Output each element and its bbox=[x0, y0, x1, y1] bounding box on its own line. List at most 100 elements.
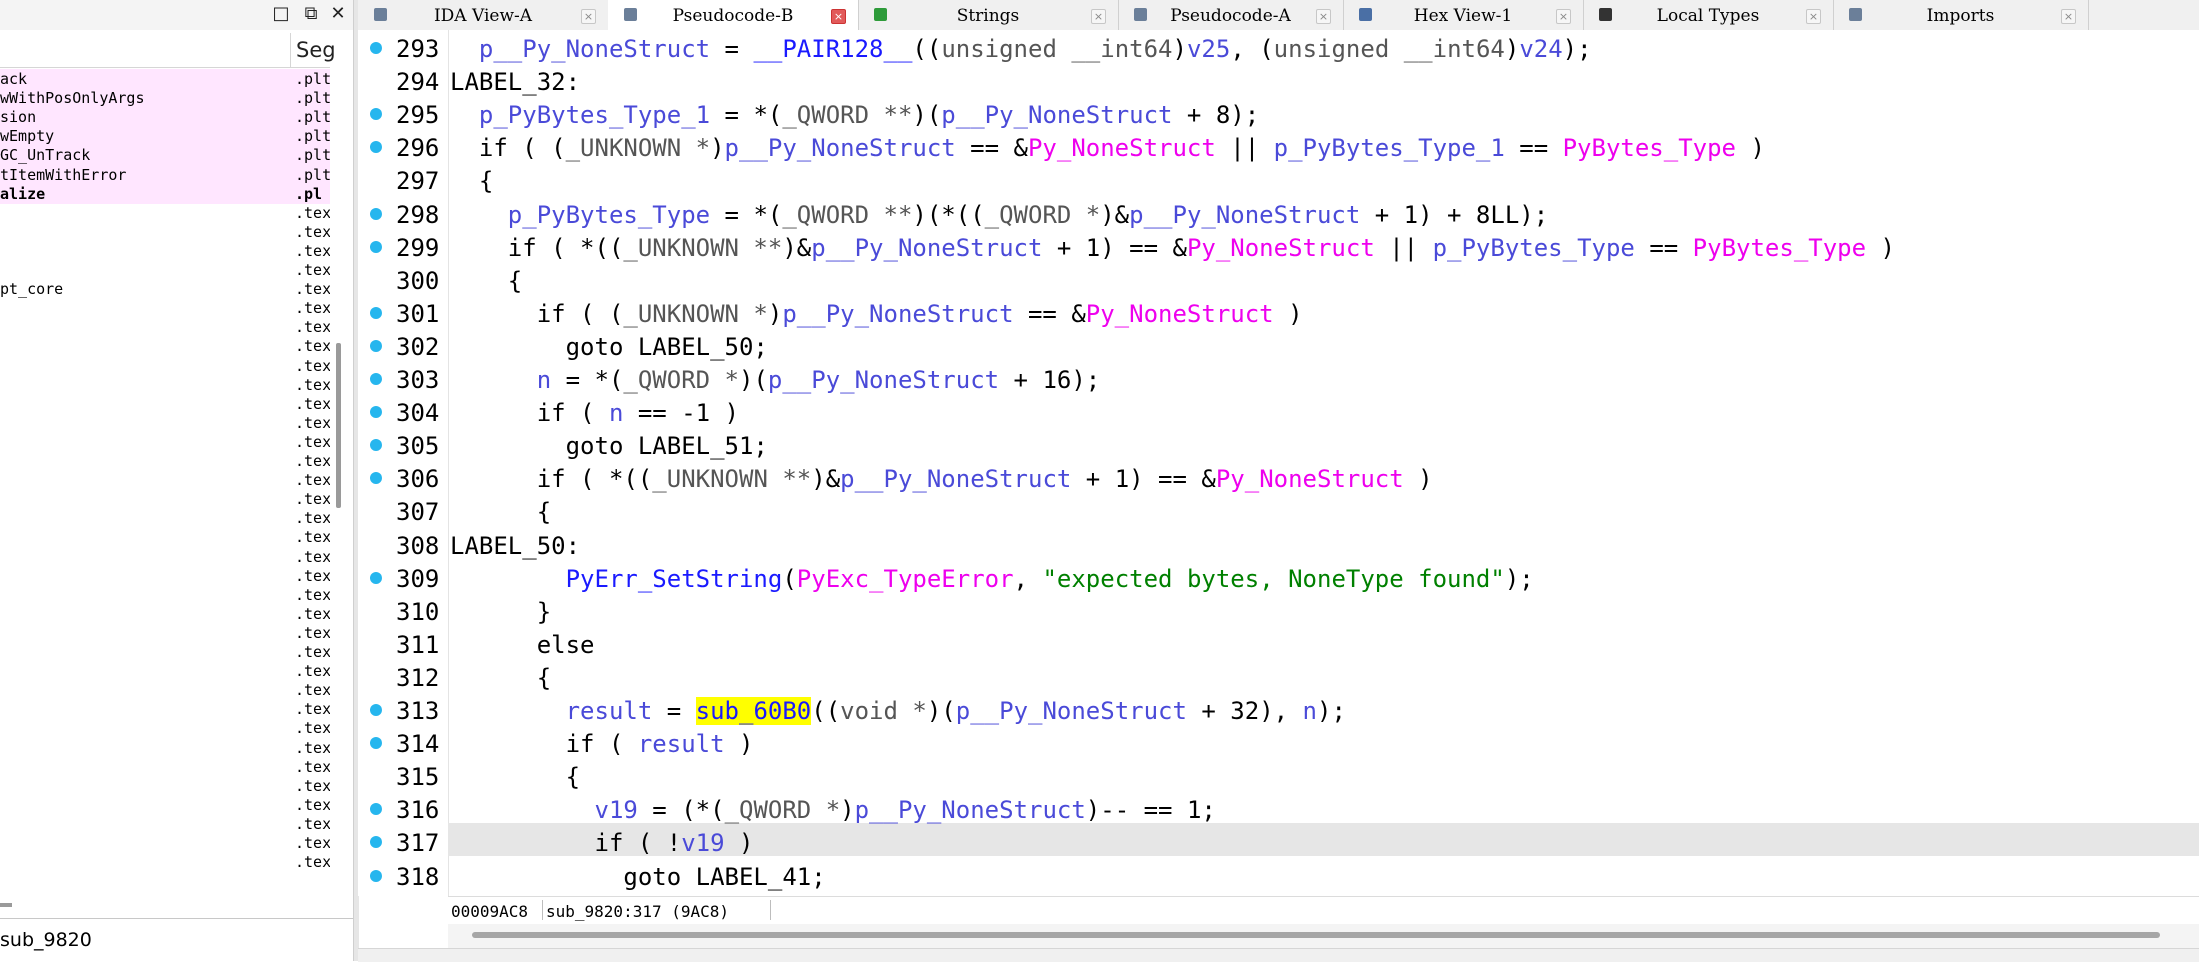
function-row[interactable]: .tex bbox=[0, 738, 330, 758]
code-line[interactable]: 315 { bbox=[358, 760, 2199, 793]
functions-vertical-scrollbar[interactable] bbox=[336, 343, 341, 508]
code-line[interactable]: 313 result = sub_60B0((void *)(p__Py_Non… bbox=[358, 694, 2199, 727]
breakpoint-dot-icon[interactable] bbox=[370, 406, 382, 419]
tab-close-icon[interactable]: × bbox=[1316, 9, 1331, 24]
function-row[interactable]: GC_UnTrack .plt bbox=[0, 145, 330, 166]
tab-strings[interactable]: Strings × bbox=[858, 0, 1119, 30]
function-row[interactable]: .tex bbox=[0, 623, 330, 643]
code-line[interactable]: 305 goto LABEL_51; bbox=[358, 429, 2199, 462]
code-token[interactable]: p__Py_NoneStruct bbox=[855, 796, 1086, 824]
code-token[interactable]: p_PyBytes_Type_1 bbox=[1274, 134, 1505, 162]
code-line[interactable]: 316 v19 = (*(_QWORD *)p__Py_NoneStruct)-… bbox=[358, 793, 2199, 826]
code-token[interactable]: v25 bbox=[1187, 35, 1230, 63]
code-token[interactable]: v24 bbox=[1519, 35, 1562, 63]
function-row[interactable]: .tex bbox=[0, 547, 330, 567]
breakpoint-dot-icon[interactable] bbox=[370, 306, 382, 319]
code-token[interactable]: p__Py_NoneStruct bbox=[768, 366, 999, 394]
breakpoint-dot-icon[interactable] bbox=[370, 869, 382, 882]
code-token[interactable]: p__Py_NoneStruct bbox=[840, 465, 1071, 493]
function-row[interactable]: .tex bbox=[0, 260, 330, 280]
breakpoint-dot-icon[interactable] bbox=[370, 42, 382, 54]
function-row[interactable]: .tex bbox=[0, 470, 330, 490]
code-line[interactable]: 293 p__Py_NoneStruct = __PAIR128__((unsi… bbox=[358, 32, 2199, 65]
code-line[interactable]: 297 { bbox=[358, 164, 2199, 197]
code-token[interactable]: n bbox=[609, 399, 623, 427]
tab-close-icon[interactable]: × bbox=[1091, 9, 1106, 24]
function-row[interactable]: .tex bbox=[0, 356, 330, 376]
code-token[interactable]: p__Py_NoneStruct bbox=[811, 234, 1042, 262]
breakpoint-dot-icon[interactable] bbox=[370, 439, 382, 452]
code-line[interactable]: 295 p_PyBytes_Type_1 = *(_QWORD **)(p__P… bbox=[358, 98, 2199, 131]
code-token[interactable]: PyExc_TypeError bbox=[797, 565, 1014, 593]
function-row[interactable]: .tex bbox=[0, 317, 330, 337]
code-line[interactable]: 307 { bbox=[358, 495, 2199, 528]
function-row[interactable]: .tex bbox=[0, 852, 330, 872]
scrollbar-thumb[interactable] bbox=[472, 932, 2160, 938]
code-token[interactable]: p__Py_NoneStruct bbox=[956, 697, 1187, 725]
tab-close-icon[interactable]: × bbox=[1806, 9, 1821, 24]
code-line[interactable]: 298 p_PyBytes_Type = *(_QWORD **)(*((_QW… bbox=[358, 198, 2199, 231]
code-token[interactable]: v19 bbox=[595, 796, 638, 824]
function-row[interactable]: .tex bbox=[0, 413, 330, 433]
function-row[interactable]: ack .plt bbox=[0, 69, 330, 89]
function-row[interactable]: .tex bbox=[0, 375, 330, 395]
function-row[interactable]: .tex bbox=[0, 508, 330, 528]
function-row[interactable]: tItemWithError .plt bbox=[0, 164, 330, 185]
code-line[interactable]: 317 if ( !v19 ) bbox=[358, 826, 2199, 859]
code-token[interactable]: __PAIR128__ bbox=[753, 35, 912, 63]
tab-close-icon[interactable]: × bbox=[831, 9, 846, 24]
code-token[interactable]: p_PyBytes_Type bbox=[508, 201, 710, 229]
tab-close-icon[interactable]: × bbox=[2061, 9, 2076, 24]
function-row[interactable]: sion .plt bbox=[0, 107, 330, 128]
tab-close-icon[interactable]: × bbox=[581, 9, 596, 24]
code-line[interactable]: 301 if ( (_UNKNOWN *)p__Py_NoneStruct ==… bbox=[358, 297, 2199, 330]
code-token[interactable]: n bbox=[1303, 697, 1317, 725]
code-token[interactable]: n bbox=[537, 366, 551, 394]
code-token[interactable]: p__Py_NoneStruct bbox=[1129, 201, 1360, 229]
code-token[interactable]: Py_NoneStruct bbox=[1216, 465, 1404, 493]
code-token[interactable]: "expected bytes, NoneType found" bbox=[1042, 565, 1504, 593]
breakpoint-dot-icon[interactable] bbox=[370, 704, 382, 716]
breakpoint-dot-icon[interactable] bbox=[370, 472, 382, 485]
code-line[interactable]: 303 n = *(_QWORD *)(p__Py_NoneStruct + 1… bbox=[358, 363, 2199, 396]
function-row[interactable]: .tex bbox=[0, 642, 330, 662]
code-line[interactable]: 302 goto LABEL_50; bbox=[358, 330, 2199, 363]
function-row[interactable]: .tex bbox=[0, 604, 330, 624]
function-row[interactable]: .tex bbox=[0, 718, 330, 738]
close-icon[interactable]: ✕ bbox=[327, 2, 349, 26]
highlighted-token[interactable]: sub_60B0 bbox=[695, 697, 812, 725]
function-row[interactable]: wWithPosOnlyArgs .plt bbox=[0, 88, 330, 109]
column-divider[interactable] bbox=[290, 33, 291, 67]
function-row[interactable]: .tex bbox=[0, 699, 330, 719]
breakpoint-dot-icon[interactable] bbox=[370, 339, 382, 352]
code-token[interactable]: p_PyBytes_Type_1 bbox=[479, 101, 710, 129]
function-row[interactable]: .tex bbox=[0, 757, 330, 777]
code-token[interactable]: result bbox=[638, 730, 725, 758]
breakpoint-dot-icon[interactable] bbox=[370, 803, 382, 816]
code-line[interactable]: 296 if ( (_UNKNOWN *)p__Py_NoneStruct ==… bbox=[358, 131, 2199, 164]
function-row[interactable]: .tex bbox=[0, 814, 330, 834]
tab-local-types[interactable]: Local Types × bbox=[1583, 0, 1834, 30]
function-row[interactable]: .tex bbox=[0, 585, 330, 605]
breakpoint-dot-icon[interactable] bbox=[370, 571, 382, 584]
code-line[interactable]: 314 if ( result ) bbox=[358, 727, 2199, 760]
function-row[interactable]: .tex bbox=[0, 336, 330, 356]
float-window-icon[interactable]: ⧉ bbox=[300, 2, 322, 26]
breakpoint-dot-icon[interactable] bbox=[370, 141, 382, 154]
breakpoint-dot-icon[interactable] bbox=[370, 836, 382, 849]
tab-pseudocode-b[interactable]: Pseudocode-B × bbox=[608, 0, 859, 31]
function-row[interactable]: .tex bbox=[0, 795, 330, 815]
code-token[interactable]: Py_NoneStruct bbox=[1086, 300, 1274, 328]
code-token[interactable]: p__Py_NoneStruct bbox=[479, 35, 710, 63]
code-token[interactable]: Py_NoneStruct bbox=[1028, 134, 1216, 162]
breakpoint-dot-icon[interactable] bbox=[370, 737, 382, 750]
code-token[interactable]: PyBytes_Type bbox=[1563, 134, 1736, 162]
tab-ida-view-a[interactable]: IDA View-A × bbox=[358, 0, 609, 30]
code-token[interactable]: PyErr_SetString bbox=[566, 565, 783, 593]
functions-horizontal-scrollbar[interactable] bbox=[0, 903, 12, 907]
function-row[interactable]: .tex bbox=[0, 680, 330, 700]
function-row[interactable]: .tex bbox=[0, 203, 330, 223]
code-line[interactable]: 304 if ( n == -1 ) bbox=[358, 396, 2199, 429]
function-row[interactable]: .tex bbox=[0, 566, 330, 586]
code-token[interactable]: result bbox=[566, 697, 653, 725]
